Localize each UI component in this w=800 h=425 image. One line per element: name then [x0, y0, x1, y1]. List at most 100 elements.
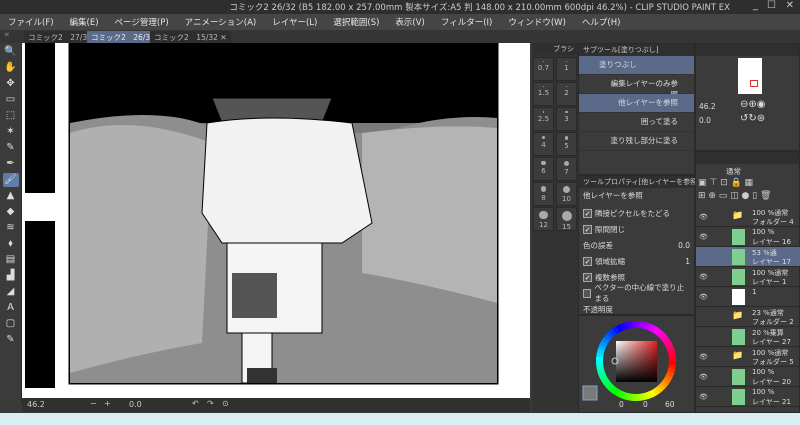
subtool-group-fill[interactable]: 塗りつぶし: [579, 56, 694, 75]
tool-property-row[interactable]: ✓ 隙間閉じ: [579, 221, 694, 237]
eye-icon[interactable]: 👁: [699, 393, 708, 401]
color-v[interactable]: 60: [665, 400, 675, 409]
menu-item[interactable]: ファイル(F): [0, 14, 62, 30]
tool-button[interactable]: ✎: [3, 333, 19, 347]
tool-button[interactable]: ✥: [3, 77, 19, 91]
tool-button[interactable]: ✶: [3, 125, 19, 139]
eye-icon[interactable]: 👁: [699, 373, 708, 381]
tool-button[interactable]: ⬧: [3, 237, 19, 251]
checkbox[interactable]: ✓: [583, 256, 592, 266]
color-s[interactable]: 0: [643, 400, 648, 409]
brush-size-1[interactable]: 1: [556, 57, 577, 81]
maximize-button[interactable]: ☐: [767, 0, 776, 11]
menu-item[interactable]: 表示(V): [387, 14, 432, 30]
property-value[interactable]: 1: [685, 257, 690, 266]
menu-item[interactable]: 選択範囲(S): [325, 14, 387, 30]
zoom-value[interactable]: 46.2: [27, 400, 45, 409]
layer-row[interactable]: 👁 100 % レイヤー 21: [696, 387, 800, 407]
eye-icon[interactable]: 👁: [699, 293, 708, 301]
checkbox[interactable]: ✓: [583, 272, 592, 282]
tool-button[interactable]: ▭: [3, 93, 19, 107]
rotate-right-icon[interactable]: ↷: [207, 399, 214, 408]
brush-size-0.7[interactable]: 0.7: [533, 57, 554, 81]
zoom-buttons-icon[interactable]: ⊖⊕◉: [740, 99, 765, 110]
tool-button[interactable]: A: [3, 301, 19, 315]
layer-row[interactable]: 📁 23 %通常 フォルダー 2: [696, 307, 800, 327]
tool-button[interactable]: ◆: [3, 205, 19, 219]
brush-size-2.5[interactable]: 2.5: [533, 107, 554, 131]
brush-size-12[interactable]: 12: [533, 207, 554, 231]
navigator-zoom[interactable]: 46.2: [699, 102, 716, 111]
brush-size-8[interactable]: 8: [533, 182, 554, 206]
zoom-in-button[interactable]: +: [104, 399, 111, 408]
color-wheel[interactable]: [579, 316, 694, 412]
menu-item[interactable]: ウィンドウ(W): [500, 14, 574, 30]
eye-icon[interactable]: 👁: [699, 353, 708, 361]
subtool-item[interactable]: 塗り残し部分に塗る: [579, 132, 694, 151]
hue-segment[interactable]: [668, 356, 676, 362]
tool-button[interactable]: ✎: [3, 141, 19, 155]
hue-segment[interactable]: [631, 321, 637, 329]
brush-size-2[interactable]: 2: [556, 82, 577, 106]
eye-icon[interactable]: 👁: [699, 273, 708, 281]
tab-15[interactable]: コミック2 15/32 ✕: [150, 31, 231, 43]
tool-property-row[interactable]: ✓ 領域拡縮 1: [579, 253, 694, 269]
layer-row[interactable]: 👁 100 %通常 レイヤー 1: [696, 267, 800, 287]
hue-segment[interactable]: [635, 393, 641, 401]
brush-size-3[interactable]: 3: [556, 107, 577, 131]
brush-size-10[interactable]: 10: [556, 182, 577, 206]
property-value[interactable]: 0.0: [678, 241, 690, 250]
navigator-preview[interactable]: [738, 58, 762, 94]
layer-row[interactable]: 👁 1: [696, 287, 800, 307]
checkbox[interactable]: ✓: [583, 208, 592, 218]
canvas[interactable]: [22, 13, 530, 398]
brush-size-1.5[interactable]: 1.5: [533, 82, 554, 106]
rotation-value[interactable]: 0.0: [129, 400, 142, 409]
reset-rotation-icon[interactable]: ⊙: [222, 399, 229, 408]
tool-property-row[interactable]: 色の誤差 0.0: [579, 237, 694, 253]
layer-row[interactable]: 👁 📁 100 %通常 フォルダー 5: [696, 347, 800, 367]
brush-size-7[interactable]: 7: [556, 157, 577, 181]
rotate-left-icon[interactable]: ↶: [192, 399, 199, 408]
tool-button[interactable]: ≋: [3, 221, 19, 235]
collapse-tabs-button[interactable]: «: [4, 30, 10, 40]
tool-button[interactable]: ✒: [3, 157, 19, 171]
menu-item[interactable]: ヘルプ(H): [574, 14, 629, 30]
tool-button[interactable]: ⬚: [3, 109, 19, 123]
subtool-item[interactable]: 他レイヤーを参照: [579, 94, 694, 113]
rotate-buttons-icon[interactable]: ↺↻⊛: [740, 113, 765, 124]
eye-icon[interactable]: 👁: [699, 213, 708, 221]
menu-item[interactable]: ページ管理(P): [107, 14, 177, 30]
tool-property-row[interactable]: ✓ 隣接ピクセルをたどる: [579, 205, 694, 221]
color-h[interactable]: 0: [619, 400, 624, 409]
layer-row[interactable]: 👁 📁 100 %通常 フォルダー 4: [696, 207, 800, 227]
tool-button[interactable]: ▟: [3, 269, 19, 283]
close-button[interactable]: ✕: [786, 0, 794, 11]
layer-row[interactable]: 👁 100 % レイヤー 16: [696, 227, 800, 247]
blend-mode-select[interactable]: 通常: [726, 166, 741, 177]
tool-button[interactable]: ▲: [3, 189, 19, 203]
brush-size-6[interactable]: 6: [533, 157, 554, 181]
subtool-item[interactable]: 編集レイヤーのみ参照: [579, 75, 694, 99]
menu-item[interactable]: フィルター(I): [433, 14, 500, 30]
tool-property-row[interactable]: ベクターの中心線で塗り止まる: [579, 283, 694, 303]
minimize-button[interactable]: _: [753, 0, 758, 11]
hue-segment[interactable]: [596, 360, 604, 366]
menu-item[interactable]: レイヤー(L): [264, 14, 325, 30]
subtool-item[interactable]: 囲って塗る: [579, 113, 694, 132]
menu-item[interactable]: 編集(E): [62, 14, 107, 30]
navigator-rotation[interactable]: 0.0: [699, 116, 711, 125]
eye-icon[interactable]: 👁: [699, 233, 708, 241]
tool-button[interactable]: 🔍: [3, 45, 19, 59]
tool-button[interactable]: ✋: [3, 61, 19, 75]
layer-row[interactable]: 👁 100 % レイヤー 20: [696, 367, 800, 387]
brush-size-15[interactable]: 15: [556, 207, 577, 231]
tool-button[interactable]: ◢: [3, 285, 19, 299]
tool-button[interactable]: ▤: [3, 253, 19, 267]
zoom-out-button[interactable]: −: [90, 399, 97, 408]
tool-button[interactable]: ▢: [3, 317, 19, 331]
menu-item[interactable]: アニメーション(A): [177, 14, 265, 30]
brush-size-4[interactable]: 4: [533, 132, 554, 156]
layer-row[interactable]: 53 %通 レイヤー 17: [696, 247, 800, 267]
checkbox[interactable]: ✓: [583, 224, 592, 234]
